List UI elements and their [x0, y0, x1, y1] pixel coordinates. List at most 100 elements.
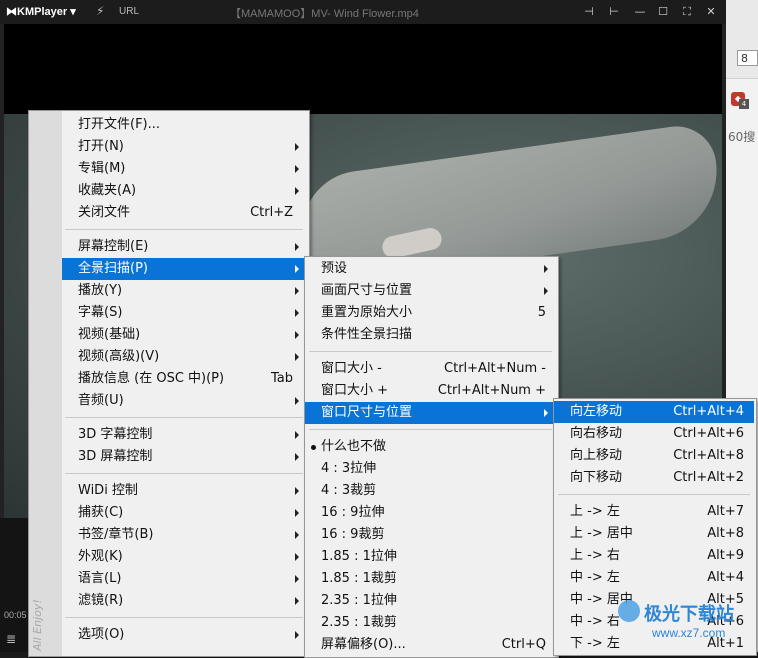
- menu-item-label: 语言(L): [78, 571, 122, 586]
- background-app-field[interactable]: 8: [737, 50, 758, 66]
- menu-item-label: 向左移动: [570, 404, 623, 419]
- menu-item[interactable]: 屏幕控制(E): [62, 236, 307, 258]
- lightning-icon[interactable]: ⚡: [96, 4, 104, 18]
- background-app-text: 60搜: [728, 130, 756, 144]
- menu-item[interactable]: 预设: [305, 258, 556, 280]
- badge-count: 4: [739, 99, 749, 109]
- submenu-arrow-icon: [295, 243, 299, 251]
- menu-item[interactable]: 中 -> 左 Alt+4: [554, 567, 754, 589]
- menu-item[interactable]: 什么也不做: [305, 436, 556, 458]
- kmplayer-logo[interactable]: ⧓KMPlayer ▾: [6, 5, 76, 18]
- pin-icon[interactable]: ⊣: [581, 4, 597, 20]
- menu-item-label: 字幕(S): [78, 305, 123, 320]
- title-bar: ⧓KMPlayer ▾ ⚡ URL 【MAMAMOO】MV- Wind Flow…: [0, 0, 726, 24]
- maximize-icon[interactable]: ☐: [655, 4, 671, 20]
- menu-item-label: 收藏夹(A): [78, 183, 137, 198]
- menu-item-label: 选项(O): [78, 627, 125, 642]
- menu-item[interactable]: 上 -> 居中 Alt+8: [554, 523, 754, 545]
- menu-item[interactable]: 16 : 9拉伸: [305, 502, 556, 524]
- menu-item-label: 条件性全景扫描: [321, 327, 413, 342]
- menu-item[interactable]: 收藏夹(A): [62, 180, 307, 202]
- menu-item-label: 中 -> 左: [570, 570, 620, 585]
- submenu-arrow-icon: [295, 165, 299, 173]
- menu-item[interactable]: 向下移动 Ctrl+Alt+2: [554, 467, 754, 489]
- menu-item[interactable]: 全景扫描(P): [62, 258, 307, 280]
- menu-item-label: WiDi 控制: [78, 483, 138, 498]
- menu-item[interactable]: 选项(O): [62, 624, 307, 646]
- compact-icon[interactable]: ⊢: [606, 4, 622, 20]
- submenu-arrow-icon: [295, 553, 299, 561]
- menu-item[interactable]: 窗口大小 - Ctrl+Alt+Num -: [305, 358, 556, 380]
- menu-item[interactable]: 向上移动 Ctrl+Alt+8: [554, 445, 754, 467]
- watermark-name: 极光下载站: [644, 604, 734, 625]
- menu-item-shortcut: Alt+7: [707, 504, 744, 519]
- menu-item[interactable]: 上 -> 右 Alt+9: [554, 545, 754, 567]
- context-menu-pan-scan: 预设 画面尺寸与位置 重置为原始大小 5 条件性全景扫描窗口大小 - Ctrl+Alt+N…: [304, 256, 559, 658]
- menu-item[interactable]: 1.85 : 1拉伸: [305, 546, 556, 568]
- menu-item[interactable]: 字幕(S): [62, 302, 307, 324]
- menu-item[interactable]: 打开文件(F)...: [62, 114, 307, 136]
- playlist-menu-icon[interactable]: ≣: [6, 632, 16, 646]
- menu-item[interactable]: 专辑(M): [62, 158, 307, 180]
- menu-item[interactable]: 书签/章节(B): [62, 524, 307, 546]
- menu-item[interactable]: 画面尺寸与位置: [305, 280, 556, 302]
- menu-item-label: 向下移动: [570, 470, 623, 485]
- menu-item[interactable]: 2.35 : 1拉伸: [305, 590, 556, 612]
- menu-item[interactable]: 向右移动 Ctrl+Alt+6: [554, 423, 754, 445]
- submenu-arrow-icon: [295, 287, 299, 295]
- menu-item[interactable]: 4 : 3裁剪: [305, 480, 556, 502]
- menu-item[interactable]: 捕获(C): [62, 502, 307, 524]
- menu-item[interactable]: 4 : 3拉伸: [305, 458, 556, 480]
- video-letterbox: [4, 24, 722, 114]
- menu-item[interactable]: 滤镜(R): [62, 590, 307, 612]
- menu-item[interactable]: 语言(L): [62, 568, 307, 590]
- menu-item-shortcut: Ctrl+Alt+8: [673, 448, 744, 463]
- menu-item[interactable]: 窗口尺寸与位置: [305, 402, 556, 424]
- submenu-arrow-icon: [295, 487, 299, 495]
- menu-item[interactable]: 3D 屏幕控制: [62, 446, 307, 468]
- menu-item-shortcut: Ctrl+Alt+2: [673, 470, 744, 485]
- submenu-arrow-icon: [295, 531, 299, 539]
- menu-item[interactable]: 关闭文件 Ctrl+Z: [62, 202, 307, 224]
- menu-item-label: 播放信息 (在 OSC 中)(P): [78, 371, 225, 386]
- menu-item-label: 关闭文件: [78, 205, 131, 220]
- menu-item-label: 播放(Y): [78, 283, 123, 298]
- menu-side-text: All Enjoy!: [31, 599, 44, 651]
- menu-item[interactable]: 3D 字幕控制: [62, 424, 307, 446]
- menu-item[interactable]: 播放信息 (在 OSC 中)(P) Tab: [62, 368, 307, 390]
- menu-item-label: 2.35 : 1裁剪: [321, 615, 397, 630]
- menu-item[interactable]: 屏幕偏移(O)... Ctrl+Q: [305, 634, 556, 656]
- menu-item[interactable]: 窗口大小 + Ctrl+Alt+Num +: [305, 380, 556, 402]
- menu-item-shortcut: 5: [537, 305, 546, 320]
- menu-item-shortcut: Alt+8: [707, 526, 744, 541]
- menu-item-label: 捕获(C): [78, 505, 124, 520]
- url-button[interactable]: URL: [119, 6, 139, 17]
- menu-item[interactable]: 2.35 : 1裁剪: [305, 612, 556, 634]
- menu-item[interactable]: 音频(U): [62, 390, 307, 412]
- menu-item-shortcut: Ctrl+Alt+6: [673, 426, 744, 441]
- minimize-icon[interactable]: —: [632, 4, 648, 20]
- close-icon[interactable]: ✕: [703, 4, 719, 20]
- menu-item-label: 窗口尺寸与位置: [321, 405, 413, 420]
- menu-item-label: 全景扫描(P): [78, 261, 148, 276]
- menu-item[interactable]: 条件性全景扫描: [305, 324, 556, 346]
- menu-item-label: 向右移动: [570, 426, 623, 441]
- menu-item[interactable]: 视频(基础): [62, 324, 307, 346]
- menu-item-label: 1.85 : 1拉伸: [321, 549, 397, 564]
- menu-item-label: 窗口大小 +: [321, 383, 389, 398]
- menu-item[interactable]: 重置为原始大小 5: [305, 302, 556, 324]
- menu-item[interactable]: WiDi 控制: [62, 480, 307, 502]
- menu-item[interactable]: 上 -> 左 Alt+7: [554, 501, 754, 523]
- watermark-url: www.xz7.com: [652, 626, 726, 640]
- menu-item[interactable]: 视频(高级)(V): [62, 346, 307, 368]
- menu-item[interactable]: 1.85 : 1裁剪: [305, 568, 556, 590]
- menu-item[interactable]: 外观(K): [62, 546, 307, 568]
- menu-item-label: 向上移动: [570, 448, 623, 463]
- fullscreen-icon[interactable]: ⛶: [679, 4, 695, 20]
- menu-item[interactable]: 打开(N): [62, 136, 307, 158]
- menu-item[interactable]: 播放(Y): [62, 280, 307, 302]
- menu-item-label: 1.85 : 1裁剪: [321, 571, 397, 586]
- menu-item[interactable]: 向左移动 Ctrl+Alt+4: [554, 401, 754, 423]
- watermark-logo: [618, 600, 640, 622]
- menu-item[interactable]: 16 : 9裁剪: [305, 524, 556, 546]
